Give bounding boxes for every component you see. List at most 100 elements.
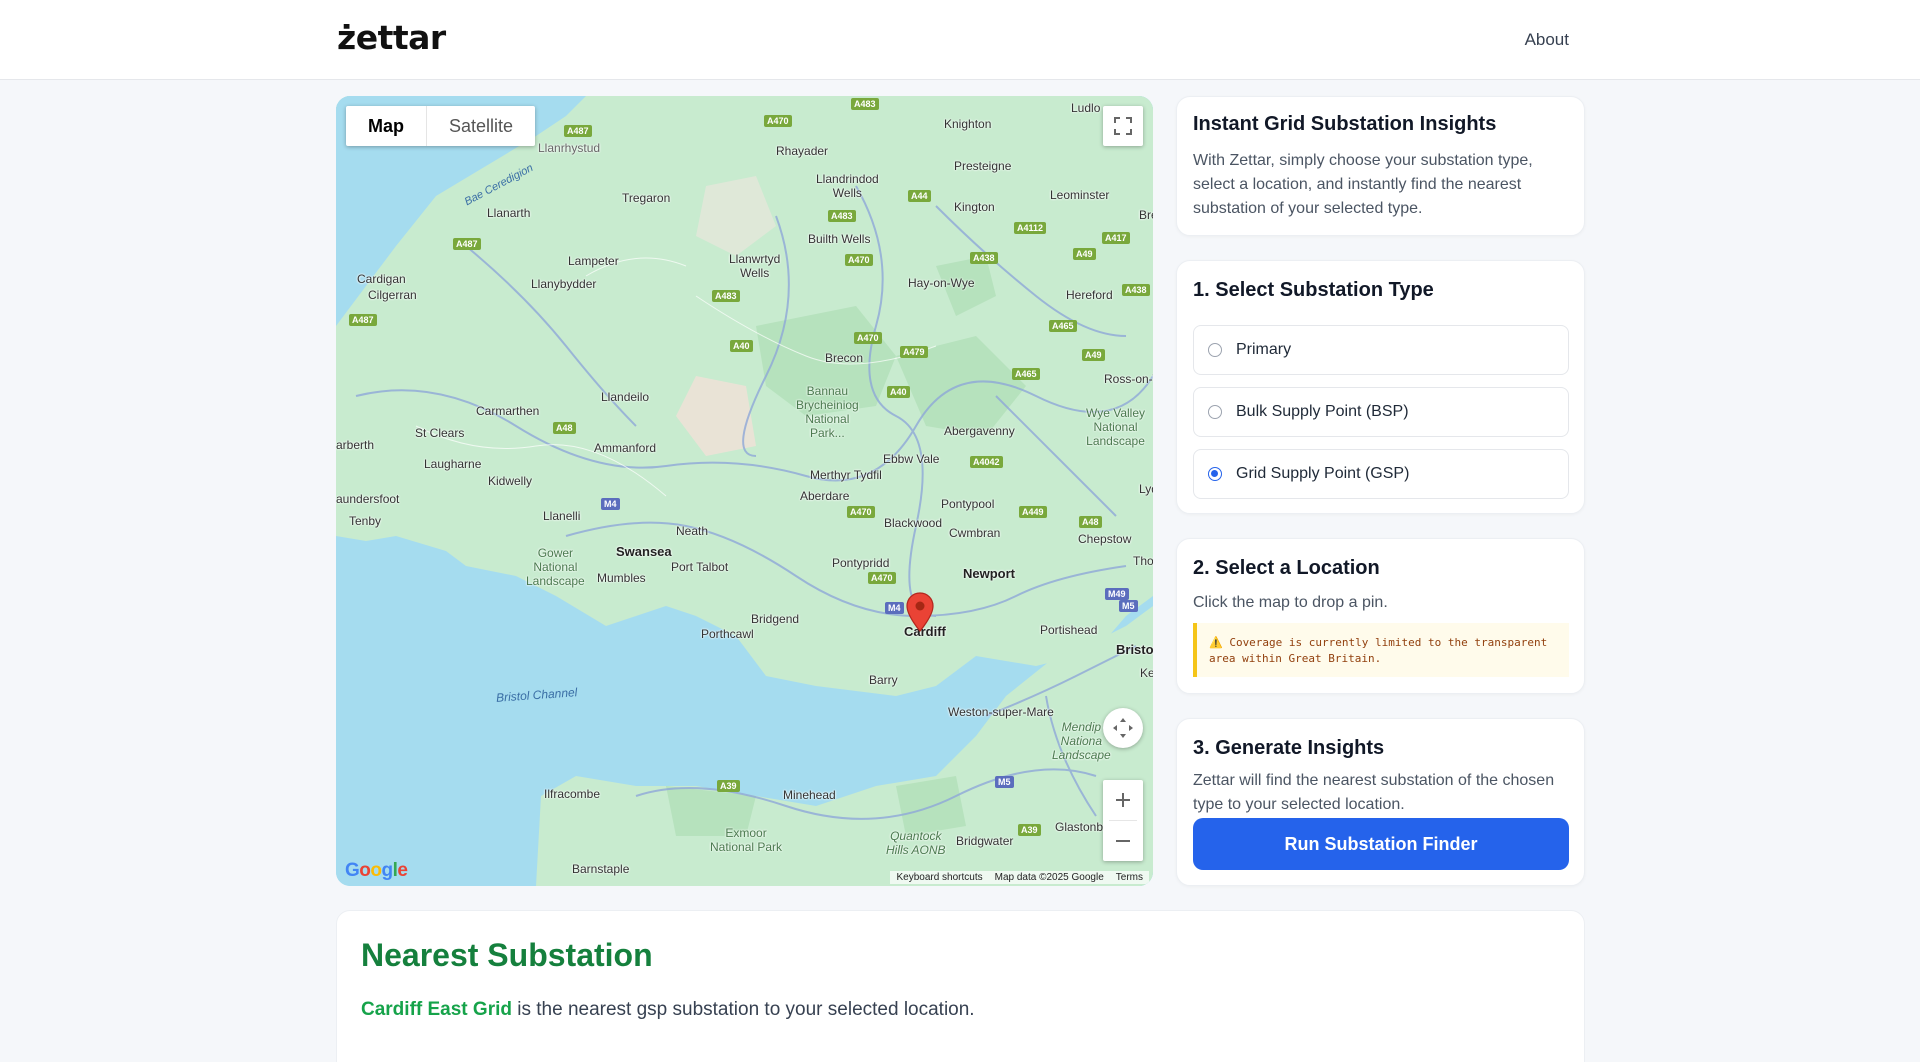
zoom-control (1103, 780, 1143, 861)
option-bsp[interactable]: Bulk Supply Point (BSP) (1193, 387, 1569, 437)
road-shield: A487 (564, 125, 592, 137)
map-data-text: Map data ©2025 Google (994, 872, 1104, 883)
place-label: Cwmbran (949, 526, 1001, 540)
road-shield: A449 (1019, 506, 1047, 518)
place-label: Bridgwater (956, 834, 1014, 848)
google-map[interactable]: Ludlo Knighton Rhayader Llanrhystud Pres… (336, 96, 1153, 886)
result-card: Nearest Substation Cardiff East Grid is … (336, 910, 1585, 1062)
place-label: St Clears (415, 426, 465, 440)
place-label: Weston-super-Mare (948, 705, 1054, 719)
road-shield: M5 (995, 776, 1014, 788)
road-shield: A49 (1073, 248, 1096, 260)
place-label: Barry (869, 673, 898, 687)
place-label: Llandeilo (601, 390, 650, 404)
place-label: Lampeter (568, 254, 619, 268)
place-label: Lyd (1139, 482, 1153, 496)
place-label: Cilgerran (368, 288, 417, 302)
camera-control-button[interactable] (1103, 708, 1143, 748)
place-label: Ilfracombe (544, 787, 601, 801)
radio-primary[interactable] (1208, 343, 1222, 357)
substation-name: Cardiff East Grid (361, 999, 512, 1020)
generate-card: 3. Generate Insights Zettar will find th… (1176, 718, 1585, 886)
keyboard-shortcuts-link[interactable]: Keyboard shortcuts (896, 872, 982, 883)
place-label: Llanrhystud (538, 141, 601, 155)
road-shield: A417 (1102, 232, 1130, 244)
minus-icon (1116, 840, 1130, 842)
terms-link[interactable]: Terms (1116, 872, 1143, 883)
place-label: Ludlo (1071, 101, 1101, 115)
place-label: Tregaron (622, 191, 671, 205)
place-label: Leominster (1050, 188, 1110, 202)
map-type-satellite-button[interactable]: Satellite (427, 106, 535, 146)
fullscreen-button[interactable] (1103, 106, 1143, 146)
road-shield: A40 (887, 386, 910, 398)
place-label: Brecon (825, 351, 864, 365)
map-type-map-button[interactable]: Map (346, 106, 427, 146)
place-label: Bristo (1116, 642, 1153, 657)
road-shield: A49 (1082, 349, 1105, 361)
place-label: Tho (1133, 554, 1153, 568)
place-label: Ebbw Vale (883, 452, 940, 466)
road-shield: A39 (717, 780, 740, 792)
place-label: Llanarth (487, 206, 531, 220)
road-shield: A470 (764, 115, 792, 127)
place-label: Carmarthen (476, 404, 540, 418)
place-label: Cardigan (357, 272, 406, 286)
road-shield: A470 (854, 332, 882, 344)
zettar-logo[interactable]: żettar (337, 18, 446, 57)
road-shield: A39 (1018, 824, 1041, 836)
radio-gsp[interactable] (1208, 467, 1222, 481)
zoom-in-button[interactable] (1103, 780, 1143, 820)
place-label: Newport (963, 566, 1015, 581)
road-shield: A470 (847, 506, 875, 518)
road-shield: A465 (1012, 368, 1040, 380)
radio-bsp[interactable] (1208, 405, 1222, 419)
map-terrain (336, 96, 1153, 886)
place-label: Neath (676, 524, 709, 538)
place-label: Glastonb (1055, 820, 1104, 834)
location-pin-icon[interactable] (906, 592, 934, 632)
place-label: Mumbles (597, 571, 646, 585)
road-shield: M5 (1119, 600, 1138, 612)
about-link[interactable]: About (1525, 30, 1569, 50)
result-sentence: Cardiff East Grid is the nearest gsp sub… (361, 999, 975, 1021)
google-logo[interactable]: Google (345, 860, 408, 882)
top-nav-bar: żettar About (0, 0, 1920, 80)
result-text: is the nearest gsp substation to your se… (511, 999, 975, 1020)
step1-title: 1. Select Substation Type (1193, 279, 1434, 301)
road-shield: A4042 (970, 456, 1003, 468)
road-shield: M49 (1105, 588, 1129, 600)
place-label: Presteigne (954, 159, 1012, 173)
step3-title: 3. Generate Insights (1193, 737, 1385, 759)
place-label: Port Talbot (671, 560, 729, 574)
option-primary[interactable]: Primary (1193, 325, 1569, 375)
place-label: Hereford (1066, 288, 1113, 302)
road-shield: A487 (349, 314, 377, 326)
place-label: Blackwood (884, 516, 943, 530)
place-label: Rhayader (776, 144, 829, 158)
place-label: Minehead (783, 788, 836, 802)
location-card: 2. Select a Location Click the map to dr… (1176, 538, 1585, 694)
option-gsp[interactable]: Grid Supply Point (GSP) (1193, 449, 1569, 499)
road-shield: A483 (851, 98, 879, 110)
place-label: Wye Valley National Landscape (1086, 406, 1146, 448)
road-shield: M4 (885, 602, 904, 614)
zoom-out-button[interactable] (1103, 821, 1143, 861)
place-label: Llanelli (543, 509, 581, 523)
place-label: Ross-on-W (1104, 372, 1153, 386)
option-label: Primary (1236, 341, 1292, 358)
place-label: Knighton (944, 117, 992, 131)
place-label: Tenby (349, 514, 382, 528)
road-shield: A48 (553, 422, 576, 434)
place-label: Exmoor National Park (710, 826, 783, 854)
map-attribution: Keyboard shortcuts Map data ©2025 Google… (890, 871, 1149, 884)
road-shield: A44 (908, 190, 931, 202)
road-shield: A483 (828, 210, 856, 222)
road-shield: A470 (868, 572, 896, 584)
place-label: Aberdare (800, 489, 850, 503)
road-shield: A465 (1049, 320, 1077, 332)
intro-title: Instant Grid Substation Insights (1193, 113, 1497, 135)
run-substation-finder-button[interactable]: Run Substation Finder (1193, 818, 1569, 870)
map-type-control: Map Satellite (346, 106, 536, 146)
option-label: Grid Supply Point (GSP) (1236, 465, 1410, 482)
